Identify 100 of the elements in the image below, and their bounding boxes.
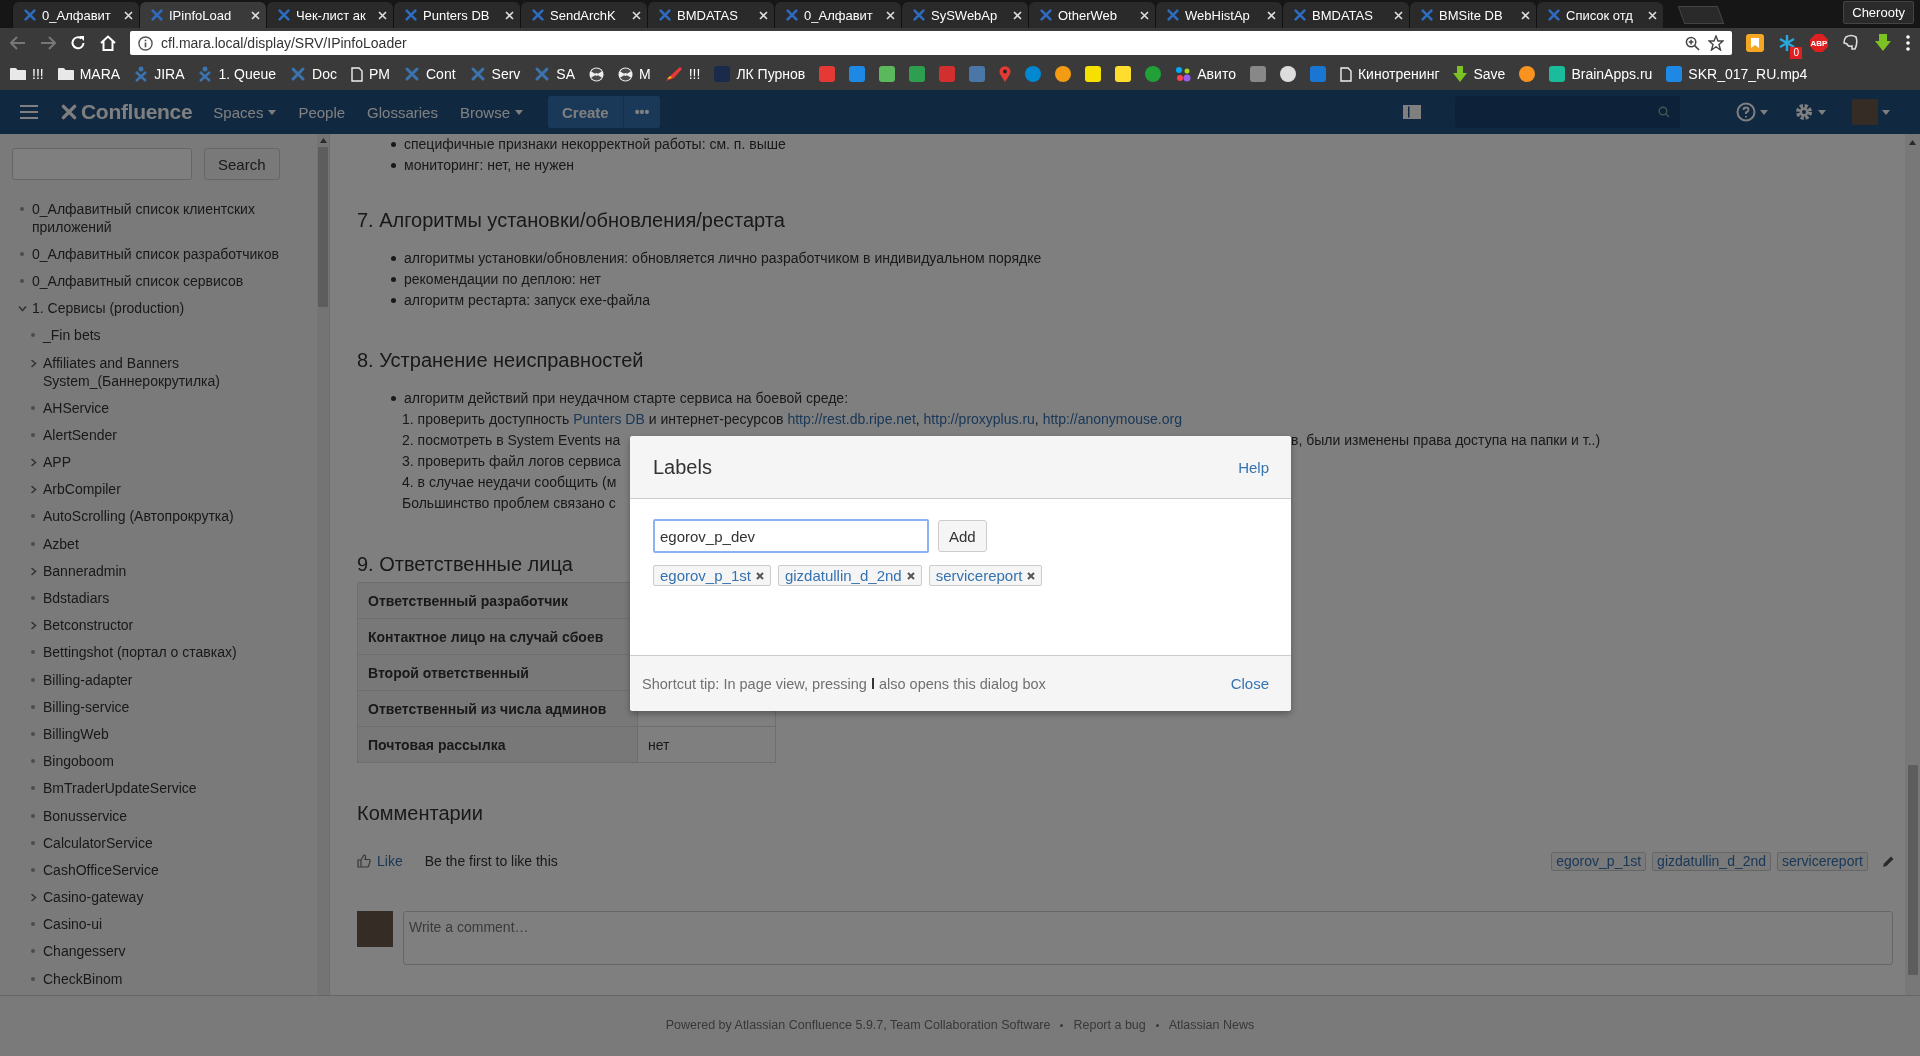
sidebar-search-field[interactable] [12,148,192,180]
tree-item[interactable]: _Fin bets [43,326,283,345]
tree-item[interactable]: APP [43,453,283,472]
tree-item[interactable]: AlertSender [43,425,283,444]
back-icon[interactable] [10,36,26,50]
tree-item[interactable]: Bettingshot (портал о ставках) [43,643,283,662]
chevron-icon[interactable] [28,893,38,903]
scroll-up-icon[interactable] [1909,140,1916,145]
bookmark-link[interactable]: M [618,66,651,82]
close-icon[interactable] [251,10,260,20]
scrollbar[interactable] [1905,134,1920,995]
create-button[interactable]: Create [548,96,623,128]
bookmark-link[interactable]: SA [534,66,576,82]
nav-link[interactable]: Browse [448,90,534,134]
close-link[interactable]: Close [1230,675,1269,692]
tree-item[interactable]: CalculatorService [43,833,283,852]
browser-tab[interactable]: SySWebAp [901,2,1028,28]
browser-tab[interactable]: OtherWeb [1028,2,1155,28]
tree-item[interactable]: AHService [43,398,283,417]
browser-tab[interactable]: BMSite DB [1409,2,1536,28]
adblock-icon[interactable]: ABP [1810,34,1828,52]
remove-icon[interactable] [1027,571,1036,580]
tree-item[interactable]: Billing-service [43,697,283,716]
close-icon[interactable] [505,10,514,20]
browser-tab[interactable]: 0_Алфавит [774,2,901,28]
tree-item[interactable]: Casino-ui [43,915,283,934]
tree-item[interactable]: Casino-gateway [43,888,283,907]
link[interactable]: http://proxyplus.ru [923,411,1035,427]
close-icon[interactable] [632,10,641,20]
more-button[interactable]: ••• [622,96,661,128]
close-icon[interactable] [759,10,768,20]
link[interactable]: Punters DB [573,411,645,427]
bookmark-link[interactable]: MARA [57,66,121,82]
close-icon[interactable] [1267,10,1276,20]
chevron-icon[interactable] [28,566,38,576]
tree-item[interactable]: ArbCompiler [43,480,283,499]
search-button[interactable]: Search [204,148,280,180]
bookmark-link[interactable]: ЛК Пурнов [714,66,806,82]
confluence-logo[interactable]: Confluence [60,100,193,124]
label-input[interactable]: egorov_p_dev [653,519,929,553]
tree-item[interactable]: Changesserv [43,942,283,961]
help-icon[interactable] [1736,102,1756,122]
nav-link[interactable]: Glossaries [356,90,449,134]
label-tag[interactable]: gizdatullin_d_2nd [1652,851,1772,871]
tree-item[interactable]: Banneradmin [43,561,283,580]
remove-icon[interactable] [906,571,915,580]
scroll-thumb[interactable] [318,147,328,307]
bookmark-icon[interactable] [1746,34,1764,52]
bookmark-link[interactable]: Кинотренинг [1339,66,1440,82]
browser-tab[interactable]: SendArchK [520,2,647,28]
chevron-icon[interactable] [28,621,38,631]
close-icon[interactable] [124,10,133,20]
bookmark-link[interactable]: !!! [10,66,44,82]
bookmark-link[interactable]: Save [1453,66,1506,82]
tree-item[interactable]: BillingWeb [43,724,283,743]
download-icon[interactable] [1874,34,1892,52]
bookmark-link[interactable]: JIRA [134,66,185,82]
link[interactable]: http://rest.db.ripe.net [787,411,916,427]
tree-item[interactable]: 0_Алфавитный список сервисов [32,271,294,290]
close-icon[interactable] [886,10,895,20]
address-bar[interactable]: cfl.mara.local/display/SRV/IPinfoLoader [130,31,1732,55]
label-tag[interactable]: gizdatullin_d_2nd [777,565,922,586]
browser-tab[interactable]: WebHistAp [1155,2,1282,28]
browser-tab[interactable]: BMDATAS [647,2,774,28]
close-icon[interactable] [1648,10,1657,20]
add-button[interactable]: Add [938,520,987,552]
tree-item[interactable]: Bingoboom [43,752,283,771]
bookmark-link[interactable]: 1. Queue [198,66,277,82]
bookmark-link[interactable]: Cont [404,66,456,82]
bookmark-link[interactable]: BrainApps.ru [1549,66,1653,82]
chevron-icon[interactable] [28,458,38,468]
close-icon[interactable] [378,10,387,20]
tree-item[interactable]: Azbet [43,534,283,553]
footer-link[interactable]: Report a bug [1073,1018,1146,1032]
url-field[interactable]: cfl.mara.local/display/SRV/IPinfoLoader [161,35,1677,51]
home-icon[interactable] [100,35,116,51]
tree-item[interactable]: Bonusservice [43,806,283,825]
browser-tab[interactable]: Punters DB [393,2,520,28]
bookmark-link[interactable]: Авито [1175,66,1236,82]
like-link[interactable]: Like [357,853,403,869]
browser-tab[interactable]: Чек-лист ак [266,2,393,28]
remove-icon[interactable] [755,571,764,580]
zoom-icon[interactable] [1685,35,1700,51]
pencil-icon[interactable] [1882,854,1895,868]
sidebar-toggle-icon[interactable] [1403,105,1421,119]
tree-item[interactable]: Billing-adapter [43,670,283,689]
profile-button[interactable]: Cherooty [1843,1,1914,24]
chevron-icon[interactable] [28,358,38,368]
tree-item[interactable]: 0_Алфавитный список клиентских приложений [32,199,294,236]
footer-link[interactable]: Atlassian News [1168,1018,1255,1032]
tree-item[interactable]: 1. Сервисы (production) [32,299,294,318]
bookmark-link[interactable]: SKR_017_RU.mp4 [1666,66,1808,82]
browser-tab[interactable]: IPinfoLoad [139,2,266,28]
search-field[interactable] [1455,96,1680,128]
bookmark-link[interactable]: Serv [469,66,521,82]
gear-icon[interactable] [1794,102,1814,122]
scroll-thumb[interactable] [1907,765,1918,975]
bookmark-link[interactable]: PM [351,66,390,82]
snowflake-icon[interactable] [1778,34,1796,52]
tree-item[interactable]: AutoScrolling (Автопрокрутка) [43,507,283,526]
